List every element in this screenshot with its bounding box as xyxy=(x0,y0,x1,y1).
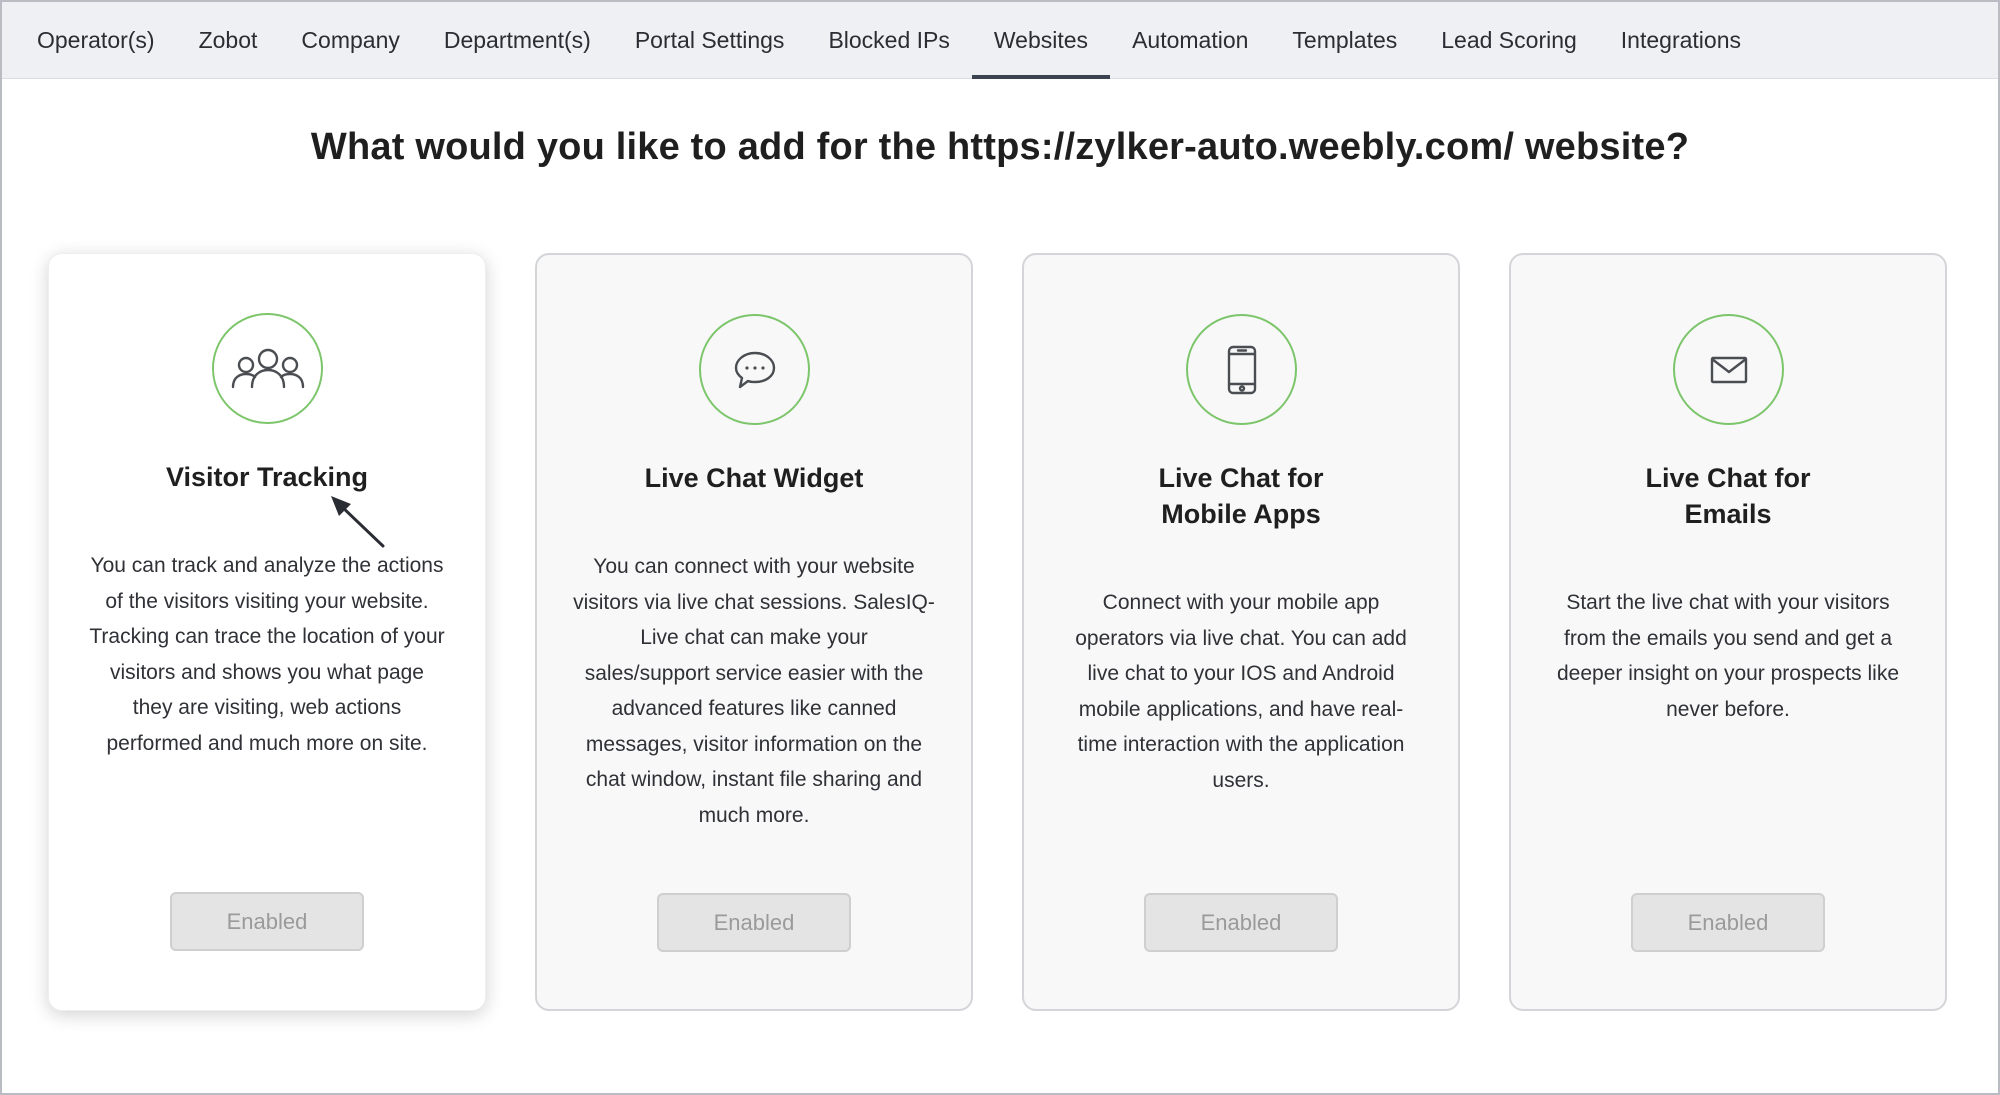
desc-line: from the emails you send and get a xyxy=(1563,626,1893,650)
card-live-chat-mobile-apps[interactable]: Live Chat for Mobile Apps Connect with y… xyxy=(1022,253,1460,1011)
desc-line: deeper insight on your prospects like xyxy=(1556,662,1900,685)
card-title-line: Visitor Tracking xyxy=(165,462,369,492)
desc-line: Tracking can trace the location of your xyxy=(89,625,445,648)
desc-line: sales/support service easier with the xyxy=(584,661,924,685)
tab-operators[interactable]: Operator(s) xyxy=(15,2,177,78)
annotation-arrow-icon xyxy=(331,496,385,548)
desc-line: they are visiting, web actions xyxy=(132,696,402,719)
tab-company[interactable]: Company xyxy=(279,2,421,78)
envelope-icon xyxy=(1673,314,1784,425)
visitors-icon xyxy=(212,313,323,424)
desc-line: operators via live chat. You can add xyxy=(1075,626,1407,650)
card-title: Visitor Tracking xyxy=(49,459,485,495)
settings-tab-bar: Operator(s) Zobot Company Department(s) … xyxy=(2,2,1998,79)
card-description: Start the live chat with your visitors f… xyxy=(1539,585,1917,727)
tab-lead-scoring[interactable]: Lead Scoring xyxy=(1419,2,1599,78)
card-title-line: Emails xyxy=(1684,499,1772,529)
card-title-line: Live Chat for xyxy=(1158,463,1324,493)
desc-line: messages, visitor information on the xyxy=(585,732,923,756)
app-frame: Operator(s) Zobot Company Department(s) … xyxy=(0,0,2000,1095)
chat-bubble-icon xyxy=(699,314,810,425)
card-title-line: Live Chat Widget xyxy=(644,463,864,493)
desc-line: Live chat can make your xyxy=(640,626,868,649)
tab-integrations[interactable]: Integrations xyxy=(1599,2,1763,78)
desc-line: live chat to your IOS and Android xyxy=(1087,662,1395,685)
desc-line: never before. xyxy=(1666,697,1790,721)
desc-line: Connect with your mobile app xyxy=(1102,591,1380,614)
card-visitor-tracking[interactable]: Visitor Tracking You can track and analy… xyxy=(48,253,486,1011)
tab-templates[interactable]: Templates xyxy=(1270,2,1419,78)
desc-line: Start the live chat with your visitors xyxy=(1566,591,1890,614)
desc-line: You can track and analyze the actions xyxy=(90,554,444,577)
desc-line: advanced features like canned xyxy=(611,697,897,720)
card-description: Connect with your mobile app operators v… xyxy=(1052,585,1430,798)
card-title: Live Chat for Mobile Apps xyxy=(1024,460,1458,532)
card-title-line: Mobile Apps xyxy=(1161,499,1321,529)
card-description: You can track and analyze the actions of… xyxy=(77,548,457,761)
desc-line: chat window, instant file sharing and xyxy=(585,768,923,791)
emails-enabled-button[interactable]: Enabled xyxy=(1631,893,1825,952)
mobile-apps-enabled-button[interactable]: Enabled xyxy=(1144,893,1338,952)
tab-zobot[interactable]: Zobot xyxy=(177,2,280,78)
card-live-chat-widget[interactable]: Live Chat Widget You can connect with yo… xyxy=(535,253,973,1011)
visitor-tracking-enabled-button[interactable]: Enabled xyxy=(170,892,364,951)
desc-line: You can connect with your website xyxy=(593,555,915,578)
desc-line: visitors via live chat sessions. SalesIQ… xyxy=(573,590,935,614)
desc-line: users. xyxy=(1212,768,1270,792)
desc-line: visitors and shows you what page xyxy=(109,660,424,684)
tab-blocked-ips[interactable]: Blocked IPs xyxy=(806,2,971,78)
desc-line: of the visitors visiting your website. xyxy=(105,589,429,613)
mobile-phone-icon xyxy=(1186,314,1297,425)
card-live-chat-emails[interactable]: Live Chat for Emails Start the live chat… xyxy=(1509,253,1947,1011)
tab-automation[interactable]: Automation xyxy=(1110,2,1270,78)
card-title-line: Live Chat for xyxy=(1645,463,1811,493)
tab-departments[interactable]: Department(s) xyxy=(422,2,613,78)
desc-line: performed and much more on site. xyxy=(106,731,428,755)
card-description: You can connect with your website visito… xyxy=(565,549,943,833)
live-chat-widget-enabled-button[interactable]: Enabled xyxy=(657,893,851,952)
desc-line: mobile applications, and have real- xyxy=(1078,697,1404,721)
card-title: Live Chat for Emails xyxy=(1511,460,1945,532)
tab-portal-settings[interactable]: Portal Settings xyxy=(613,2,807,78)
card-title: Live Chat Widget xyxy=(537,460,971,496)
desc-line: much more. xyxy=(698,803,810,827)
page-title: What would you like to add for the https… xyxy=(310,126,1690,168)
tab-websites[interactable]: Websites xyxy=(971,2,1111,79)
desc-line: time interaction with the application xyxy=(1077,733,1405,756)
